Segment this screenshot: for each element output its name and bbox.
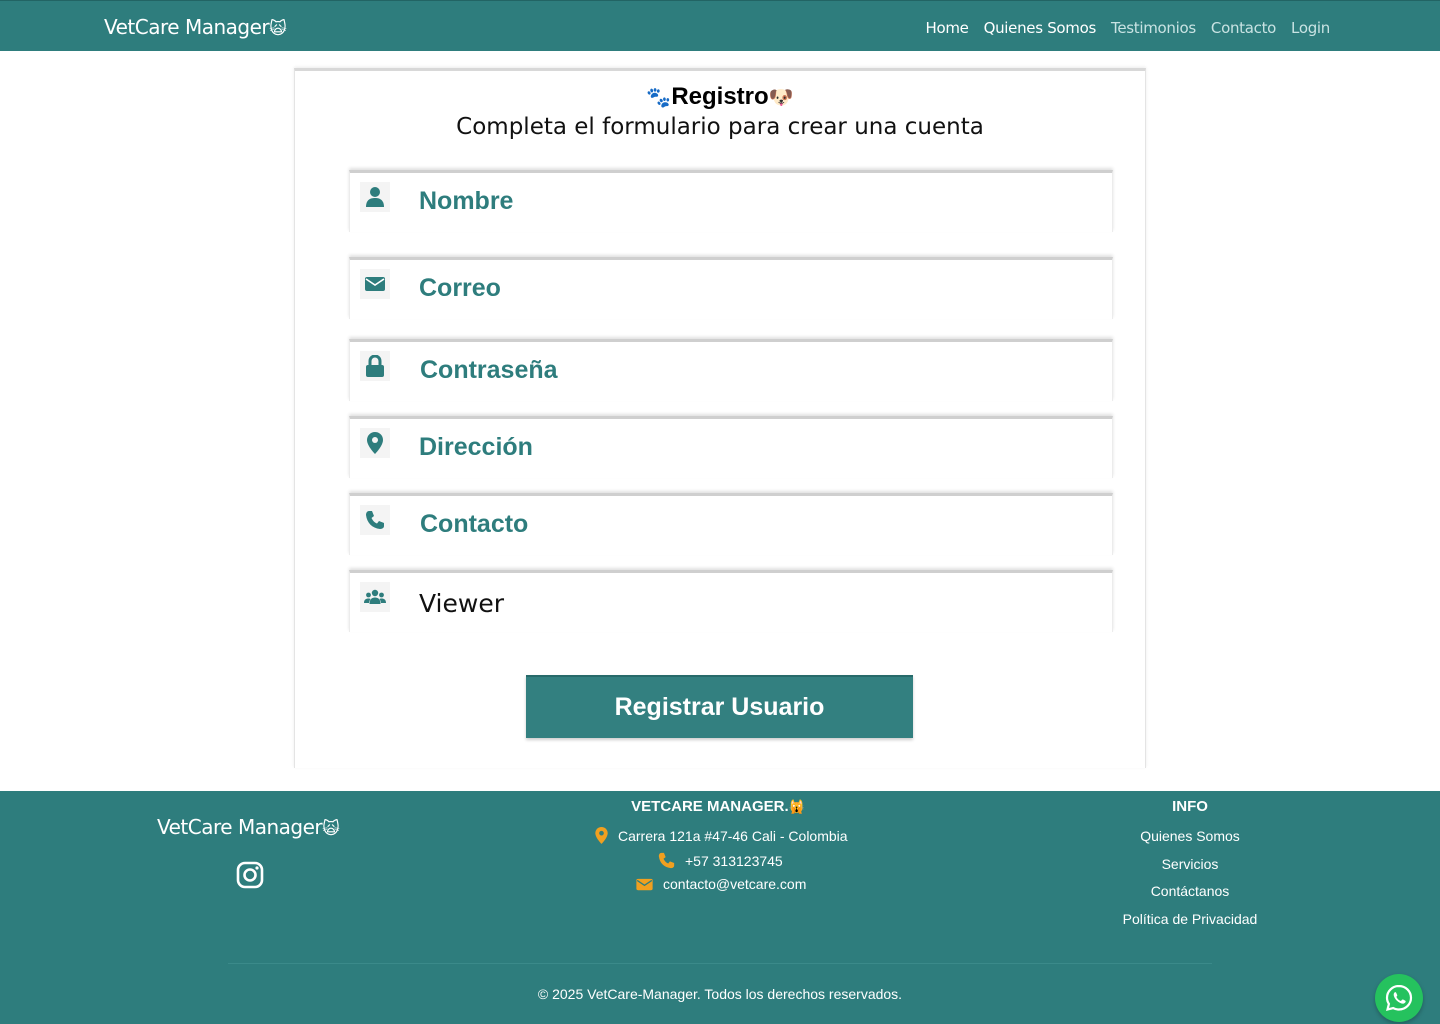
envelope-icon [636, 878, 653, 890]
phone-icon [360, 505, 390, 535]
contrasena-field[interactable]: Contraseña [349, 339, 1113, 401]
direccion-field[interactable]: Dirección [349, 416, 1113, 478]
phone-icon [658, 852, 675, 869]
navbar-brand[interactable]: VetCare Manager🙀 [104, 15, 287, 39]
lock-icon [360, 351, 390, 381]
whatsapp-icon [1385, 984, 1413, 1011]
nav-quienes-somos-link[interactable]: Quienes Somos [984, 19, 1097, 37]
nombre-placeholder: Nombre [419, 187, 514, 215]
map-pin-icon [360, 428, 390, 458]
dog-face-icon: 🐶 [768, 87, 794, 109]
footer-link-servicios[interactable]: Servicios [1090, 856, 1290, 872]
nav-links: Home Quienes Somos Testimonios Contacto … [925, 19, 1330, 37]
contacto-placeholder: Contacto [420, 510, 529, 538]
role-select[interactable]: Viewer [349, 570, 1113, 632]
dog-emoji-icon: 🙀 [269, 19, 287, 39]
nav-home-link[interactable]: Home [925, 19, 968, 37]
form-title: 🐾Registro🐶 [646, 83, 794, 110]
form-subtitle: Completa el formulario para crear una cu… [456, 114, 984, 140]
footer-company-title: VETCARE MANAGER.🙀 [631, 798, 805, 815]
paw-prints-icon: 🐾 [646, 87, 672, 109]
direccion-placeholder: Dirección [419, 433, 533, 461]
nav-contacto-link[interactable]: Contacto [1211, 19, 1276, 37]
user-icon [360, 182, 390, 212]
nav-login-link[interactable]: Login [1291, 19, 1330, 37]
footer-divider [228, 963, 1212, 964]
contrasena-placeholder: Contraseña [420, 356, 558, 384]
registration-card: 🐾Registro🐶 Completa el formulario para c… [294, 68, 1146, 768]
footer-brand: VetCare Manager🙀 [157, 815, 340, 839]
role-select-value: Viewer [419, 589, 504, 618]
instagram-icon[interactable] [236, 861, 264, 889]
footer-link-privacidad[interactable]: Política de Privacidad [1090, 911, 1290, 927]
users-icon [360, 582, 390, 612]
footer: VetCare Manager🙀 VETCARE MANAGER.🙀 Carre… [0, 791, 1440, 1024]
map-pin-icon [595, 827, 608, 844]
footer-link-contactanos[interactable]: Contáctanos [1090, 883, 1290, 899]
footer-email: contacto@vetcare.com [636, 876, 806, 892]
footer-copyright: © 2025 VetCare-Manager. Todos los derech… [537, 986, 903, 1002]
footer-phone: +57 313123745 [658, 852, 783, 869]
dog-emoji-icon: 🙀 [322, 819, 340, 839]
envelope-icon [360, 269, 390, 299]
contacto-field[interactable]: Contacto [349, 493, 1113, 555]
nombre-field[interactable]: Nombre [349, 170, 1113, 232]
correo-field[interactable]: Correo [349, 257, 1113, 319]
footer-address: Carrera 121a #47-46 Cali - Colombia [595, 827, 848, 844]
nav-testimonios-link[interactable]: Testimonios [1111, 19, 1196, 37]
registrar-usuario-button[interactable]: Registrar Usuario [526, 675, 913, 738]
correo-placeholder: Correo [419, 274, 501, 302]
footer-info-title: INFO [1172, 798, 1208, 815]
top-navbar: VetCare Manager🙀 Home Quienes Somos Test… [0, 0, 1440, 51]
dog-emoji-icon: 🙀 [788, 799, 805, 814]
whatsapp-button[interactable] [1375, 974, 1423, 1022]
footer-link-quienes-somos[interactable]: Quienes Somos [1090, 828, 1290, 844]
